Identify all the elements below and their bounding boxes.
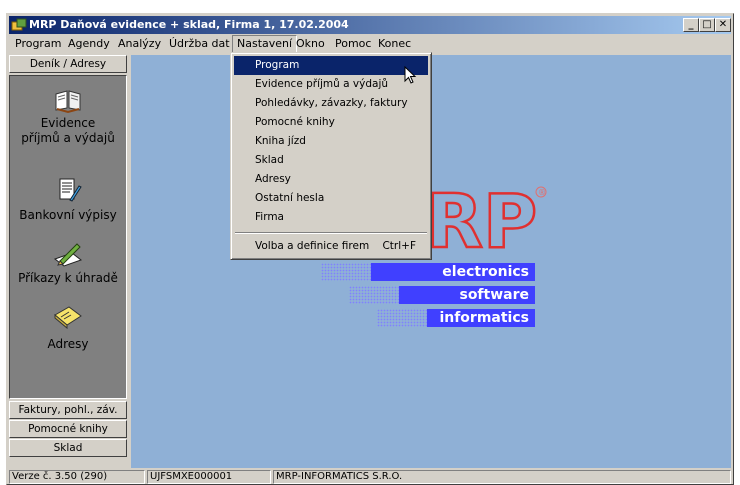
logo-mark: RP ® [426,185,547,255]
document-pen-icon [59,178,82,202]
menu-pomoc[interactable]: Pomoc [331,35,375,53]
logo-pattern [321,263,371,281]
sidebar-header-denik[interactable]: Deník / Adresy [9,55,127,73]
menu-okno[interactable]: Okno [292,35,329,53]
sidebar-item-label: Bankovní výpisy [19,208,117,222]
nastaveni-dropdown-menu: Program Evidence příjmů a výdajů Pohledá… [230,52,432,260]
menu-item-shortcut: Ctrl+F [382,240,416,252]
sidebar-item-label: Adresy [47,337,89,351]
menu-program[interactable]: Program [11,35,65,53]
menu-separator [235,232,427,234]
menu-udrzba-dat[interactable]: Údržba dat [165,35,234,53]
menu-item-pomocne-knihy[interactable]: Pomocné knihy [234,113,428,132]
sidebar-item-label: Evidence příjmů a výdajů [21,116,115,145]
open-book-icon [55,90,81,114]
sidebar-item-adresy[interactable]: Adresy [10,301,126,352]
menu-item-sklad[interactable]: Sklad [234,151,428,170]
sidebar: Deník / Adresy Evidence příjmů a výdajů [9,55,129,468]
status-code: UJFSMXE000001 [147,470,271,484]
close-button[interactable]: ✕ [715,18,731,32]
maximize-button[interactable]: □ [699,18,715,32]
logo-informatics: informatics [427,309,535,327]
menu-item-volba-firem[interactable]: Volba a definice firem Ctrl+F [234,237,428,256]
menu-analyzy[interactable]: Analýzy [114,35,165,53]
menu-item-kniha-jizd[interactable]: Kniha jízd [234,132,428,151]
sidebar-item-label: Příkazy k úhradě [18,271,118,285]
window-title: MRP Daňová evidence + sklad, Firma 1, 17… [29,18,349,31]
sidebar-item-prikazy[interactable]: Příkazy k úhradě [10,239,126,286]
minimize-icon: _ [688,19,694,30]
close-icon: ✕ [718,19,728,30]
sidebar-item-bankovni-vypisy[interactable]: Bankovní výpisy [10,176,126,223]
menu-nastaveni[interactable]: Nastavení [232,35,298,53]
title-bar[interactable]: MRP Daňová evidence + sklad, Firma 1, 17… [9,16,731,34]
logo-electronics: electronics [371,263,535,281]
sidebar-header-pomocne-knihy[interactable]: Pomocné knihy [9,420,127,438]
maximize-icon: □ [702,19,712,30]
menu-item-program[interactable]: Program [234,56,428,75]
status-company: MRP-INFORMATICS S.R.O. [273,470,731,484]
sidebar-panel: Evidence příjmů a výdajů Bankovní výpisy [9,75,127,399]
sidebar-item-evidence[interactable]: Evidence příjmů a výdajů [10,84,126,146]
status-bar: Verze č. 3.50 (290) UJFSMXE000001 MRP-IN… [9,469,731,484]
menu-agendy[interactable]: Agendy [64,35,114,53]
menu-item-pohledavky[interactable]: Pohledávky, závazky, faktury [234,94,428,113]
sidebar-header-sklad[interactable]: Sklad [9,439,127,457]
logo-pattern [349,286,399,304]
logo-software: software [399,286,535,304]
menu-item-firma[interactable]: Firma [234,208,428,227]
logo-letters: RP [426,185,537,255]
sidebar-header-faktury[interactable]: Faktury, pohl., záv. [9,401,127,419]
menu-item-label: Volba a definice firem [255,240,370,252]
envelope-icon [54,306,82,330]
minimize-button[interactable]: _ [683,18,699,32]
app-icon [11,18,27,31]
menu-item-evidence[interactable]: Evidence příjmů a výdajů [234,75,428,94]
pen-order-icon [53,243,83,267]
menu-bar: Program Agendy Analýzy Údržba dat Nastav… [9,35,731,53]
mouse-cursor-icon [404,66,417,84]
logo-pattern [377,309,427,327]
menu-konec[interactable]: Konec [374,35,415,53]
menu-item-ostatni-hesla[interactable]: Ostatní hesla [234,189,428,208]
menu-item-adresy[interactable]: Adresy [234,170,428,189]
status-version: Verze č. 3.50 (290) [9,470,145,484]
logo-registered: ® [538,188,546,197]
